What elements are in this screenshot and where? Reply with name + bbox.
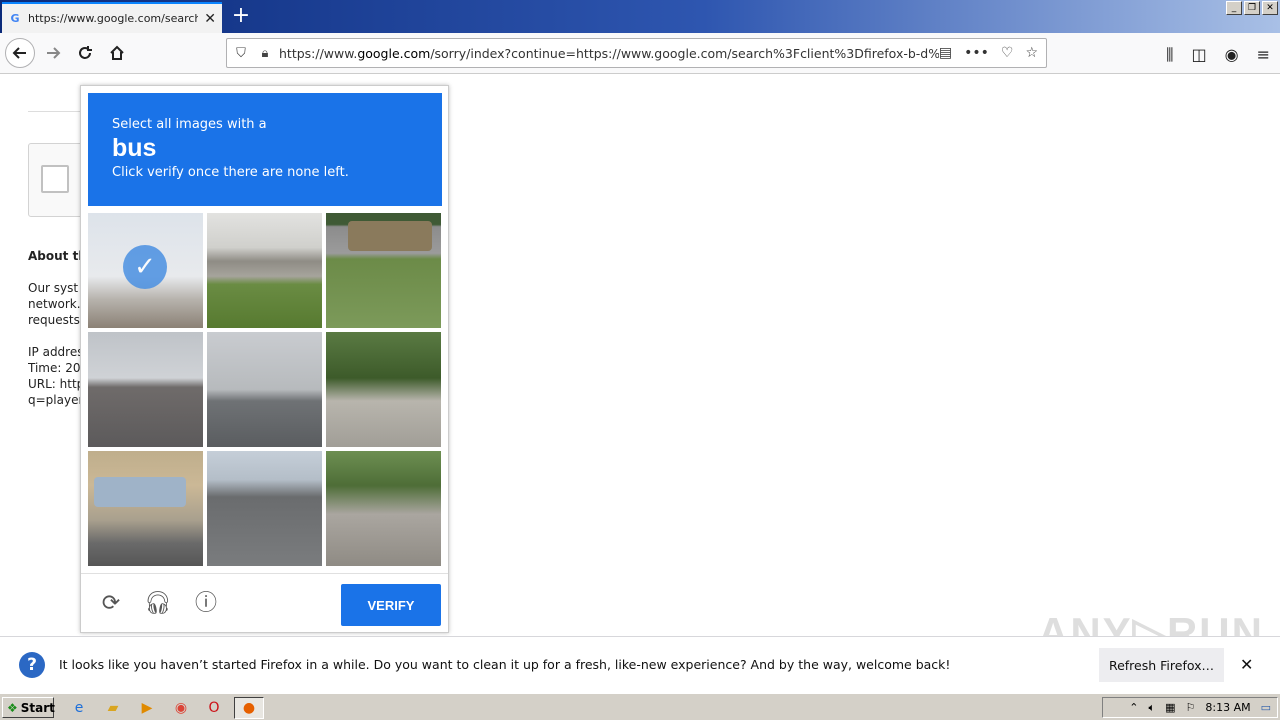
image-tile-3[interactable]: [326, 213, 441, 328]
account-icon[interactable]: ◉: [1225, 45, 1239, 65]
refresh-firefox-button[interactable]: Refresh Firefox…: [1099, 648, 1224, 682]
clock[interactable]: 8:13 AM: [1205, 701, 1250, 714]
image-tile-5[interactable]: [207, 332, 322, 447]
url-prefix: https://www.: [279, 45, 358, 61]
truck-shape: [348, 221, 432, 251]
image-tile-6[interactable]: [326, 332, 441, 447]
minimize-button[interactable]: _: [1226, 1, 1242, 15]
system-tray: ⌃ 🔈︎ ▦ ⚐ 8:13 AM ▭: [1102, 697, 1278, 718]
info-line-4: q=player.: [28, 393, 83, 407]
para-line-1: Our syst: [28, 281, 79, 295]
info-icon[interactable]: ⓘ: [192, 590, 220, 618]
action-center-flag-icon[interactable]: ⚐: [1186, 701, 1196, 714]
reload-challenge-icon[interactable]: ⟳: [97, 590, 125, 618]
start-label: Start: [20, 700, 55, 715]
forward-arrow-icon: [47, 47, 61, 59]
close-window-button[interactable]: ✕: [1262, 1, 1278, 15]
verify-button[interactable]: VERIFY: [341, 584, 441, 626]
instruction-top: Select all images with a: [112, 117, 267, 132]
media-player-icon[interactable]: ▶: [138, 699, 156, 717]
shield-icon[interactable]: ⛉: [231, 46, 251, 61]
selected-check-icon: ✓: [123, 245, 167, 289]
back-arrow-icon: [12, 47, 26, 59]
notification-close-icon[interactable]: ✕: [1240, 655, 1253, 674]
image-tile-7[interactable]: [88, 451, 203, 566]
forward-button[interactable]: [38, 38, 68, 68]
volume-icon[interactable]: 🔈︎: [1148, 701, 1155, 715]
opera-icon[interactable]: O: [205, 699, 223, 717]
home-icon: [110, 45, 124, 60]
new-tab-button[interactable]: +: [229, 4, 253, 28]
url-bar[interactable]: ⛉ 🔒︎ https://www.google.com/sorry/index?…: [226, 38, 1047, 68]
image-tile-4[interactable]: [88, 332, 203, 447]
tray-expand-icon[interactable]: ⌃: [1129, 701, 1138, 714]
firefox-icon: ●: [242, 700, 256, 716]
image-tile-1[interactable]: ✓: [88, 213, 203, 328]
navigation-toolbar: ⛉ 🔒︎ https://www.google.com/sorry/index?…: [0, 33, 1280, 74]
image-grid: ✓: [88, 213, 442, 566]
tab-close-icon[interactable]: ✕: [204, 11, 216, 27]
sidebar-icon[interactable]: ◫: [1192, 45, 1207, 65]
url-domain: google.com: [357, 45, 431, 61]
taskbar: ❖ Start e ▰ ▶ ◉ O ● ⌃ 🔈︎ ▦ ⚐ 8:13 AM ▭: [0, 693, 1280, 720]
bus-shape: [94, 477, 186, 507]
audio-challenge-icon[interactable]: 🎧︎: [144, 590, 172, 618]
para-line-2: network.: [28, 297, 81, 311]
para-line-3: requests: [28, 313, 80, 327]
notification-bar: ? It looks like you haven’t started Fire…: [0, 636, 1280, 692]
folder-icon[interactable]: ▰: [104, 699, 122, 717]
chrome-icon[interactable]: ◉: [172, 699, 190, 717]
tab-google-search[interactable]: G https://www.google.com/search?c ✕: [2, 2, 222, 33]
image-tile-2[interactable]: [207, 213, 322, 328]
page-divider: [28, 111, 88, 112]
menu-icon[interactable]: ≡: [1257, 45, 1270, 65]
question-icon: ?: [19, 652, 45, 678]
pocket-icon[interactable]: ♡: [1001, 45, 1014, 61]
captcha-challenge: Select all images with a bus Click verif…: [80, 85, 449, 633]
start-button[interactable]: ❖ Start: [2, 697, 55, 718]
google-favicon-icon: G: [10, 12, 20, 25]
reload-icon: [79, 46, 92, 59]
about-heading: About th: [28, 249, 83, 263]
notification-message: It looks like you haven’t started Firefo…: [59, 657, 951, 672]
captcha-header: Select all images with a bus Click verif…: [88, 93, 442, 206]
windows-logo-icon: ❖: [7, 700, 18, 715]
tab-strip: G https://www.google.com/search?c ✕ + _ …: [0, 0, 1280, 33]
reader-view-icon[interactable]: ▤: [939, 45, 952, 61]
restore-button[interactable]: ❐: [1244, 1, 1260, 15]
back-button[interactable]: [5, 38, 35, 68]
bookmark-star-icon[interactable]: ☆: [1025, 45, 1038, 61]
recaptcha-checkbox[interactable]: [41, 165, 69, 193]
image-tile-9[interactable]: [326, 451, 441, 566]
ie-icon[interactable]: e: [70, 699, 88, 717]
window-controls: _ ❐ ✕: [1226, 1, 1278, 15]
captcha-footer: ⟳ 🎧︎ ⓘ VERIFY: [81, 573, 448, 633]
home-button[interactable]: [102, 38, 132, 68]
lock-icon[interactable]: 🔒︎: [255, 46, 275, 61]
url-rest: /sorry/index?continue=https://www.google…: [430, 45, 939, 61]
network-icon[interactable]: ▦: [1165, 701, 1175, 714]
target-word: bus: [112, 134, 157, 162]
url-text[interactable]: https://www.google.com/sorry/index?conti…: [279, 46, 939, 61]
tab-title: https://www.google.com/search?c: [28, 12, 199, 25]
library-icon[interactable]: ⫼: [1166, 45, 1173, 65]
show-desktop-icon[interactable]: ▭: [1261, 701, 1271, 714]
info-line-3: URL: http: [28, 377, 83, 391]
info-line-1: IP addres: [28, 345, 83, 359]
instruction-bottom: Click verify once there are none left.: [112, 165, 349, 180]
info-line-2: Time: 202: [28, 361, 83, 375]
page-actions-icon[interactable]: •••: [964, 45, 989, 61]
image-tile-8[interactable]: [207, 451, 322, 566]
reload-button[interactable]: [70, 38, 100, 68]
